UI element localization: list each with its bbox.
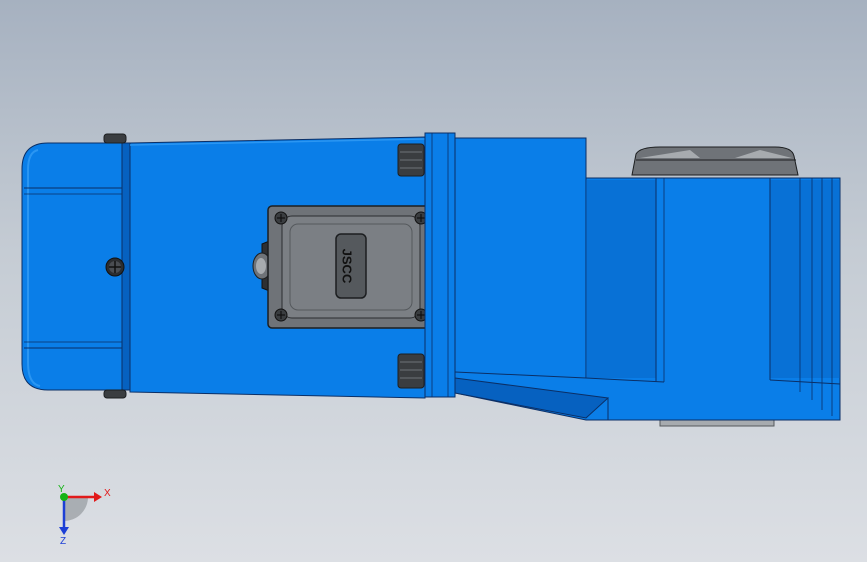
x-axis-arrowhead	[94, 492, 102, 502]
z-axis-arrowhead	[59, 527, 69, 535]
end-cap-screw-bottom	[103, 389, 127, 399]
flange-ring	[424, 132, 456, 398]
flange-bolt-bottom	[397, 353, 425, 389]
z-axis-label: Z	[60, 536, 66, 547]
terminal-box-label-plate: JSCC	[335, 233, 367, 299]
axis-triad[interactable]: X Y Z	[58, 484, 111, 547]
terminal-screw-icon	[274, 211, 288, 225]
gearmotor-model[interactable]: JSCC X Y Z	[0, 0, 867, 562]
gearbox-housing	[454, 137, 841, 421]
end-cap-screw-top	[103, 133, 127, 144]
label-plate-text: JSCC	[340, 249, 355, 284]
gearbox-output-cover-top	[631, 146, 799, 176]
cad-viewport[interactable]: JSCC X Y Z	[0, 0, 867, 562]
y-axis-label: Y	[58, 484, 65, 495]
terminal-screw-icon	[274, 308, 288, 322]
flange-bolt-top	[397, 143, 425, 177]
side-screw-icon	[105, 257, 125, 277]
x-axis-label: X	[104, 488, 111, 499]
